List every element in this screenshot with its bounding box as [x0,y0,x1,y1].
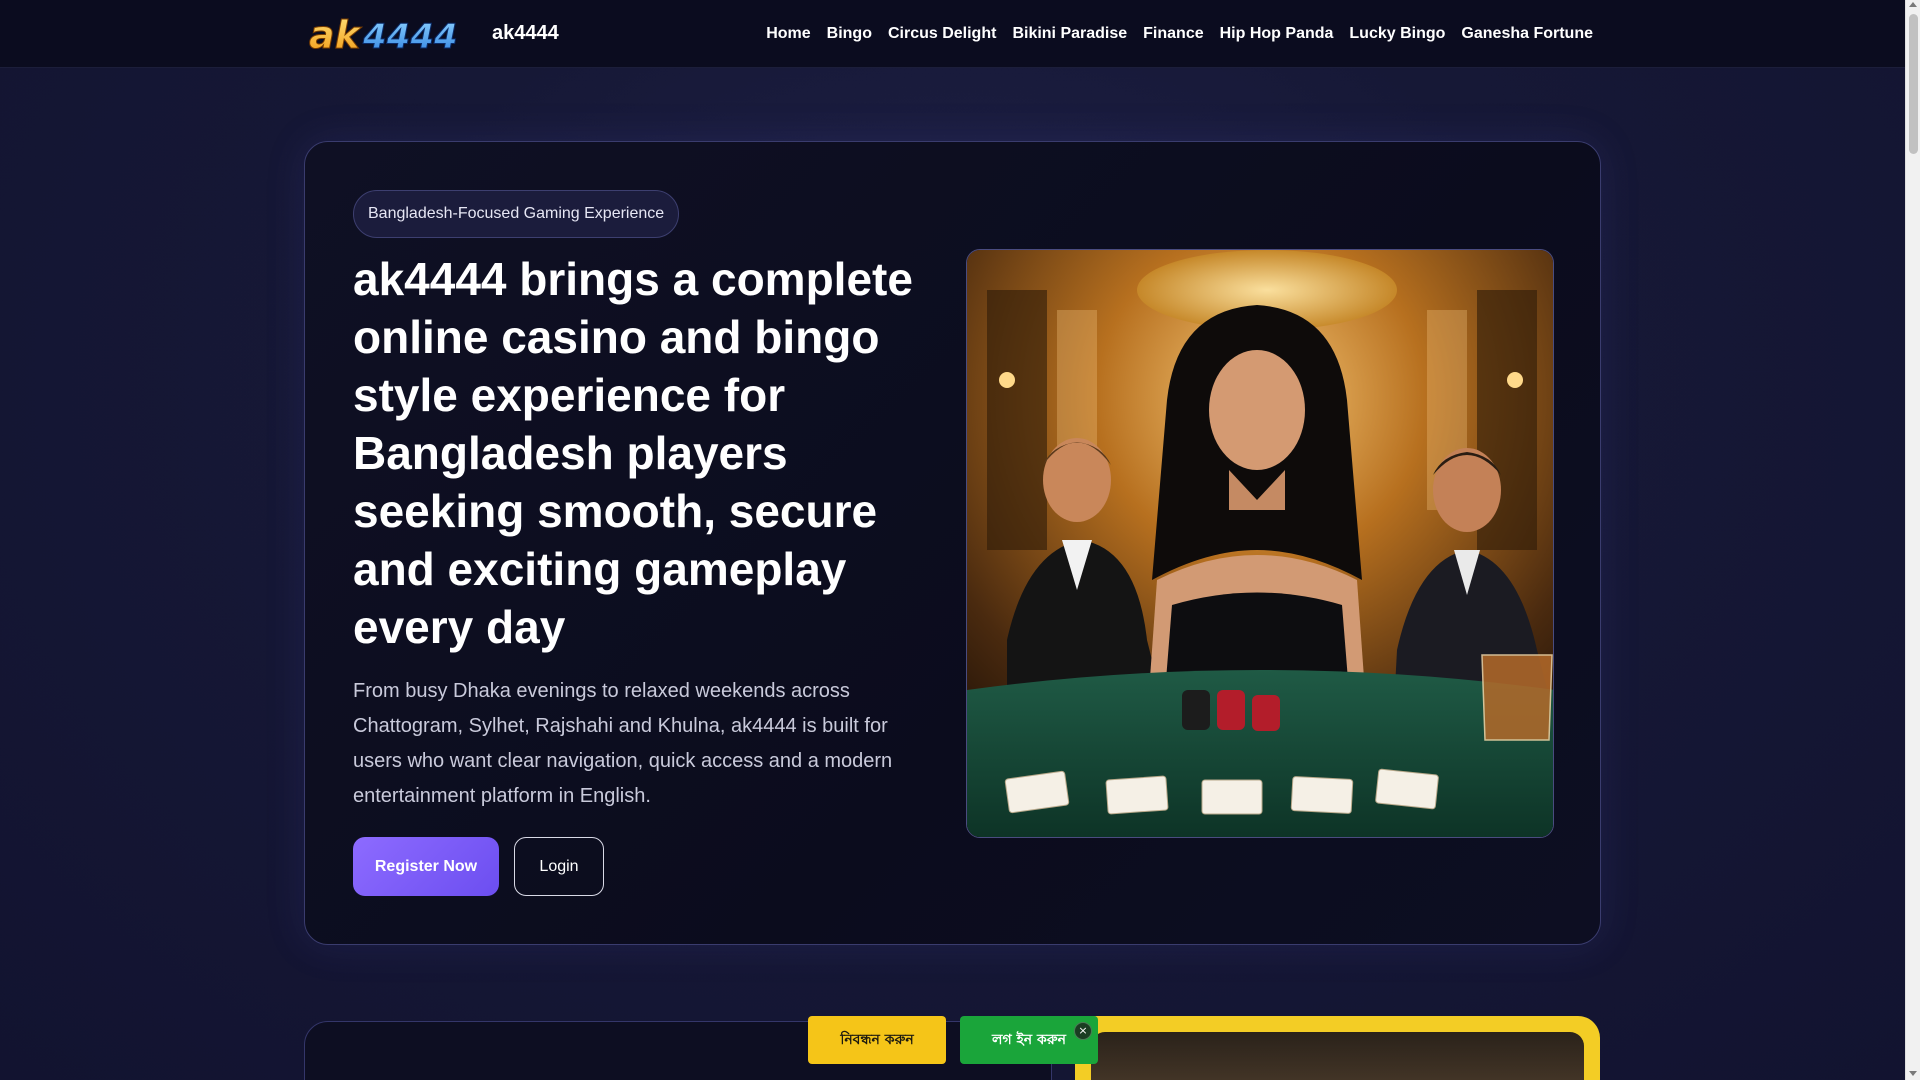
casino-scene-illustration [967,250,1553,837]
nav-finance[interactable]: Finance [1143,25,1203,43]
nav-circus-delight[interactable]: Circus Delight [888,25,996,43]
nav-hip-hop-panda[interactable]: Hip Hop Panda [1220,25,1334,43]
scrollbar-thumb[interactable] [1909,14,1918,154]
hero-casino-image [966,249,1554,838]
hero-tag-pill: Bangladesh-Focused Gaming Experience [353,190,680,238]
nav-ganesha-fortune[interactable]: Ganesha Fortune [1461,25,1593,43]
site-header: ak 4444 ak4444 Home Bingo Circus Delight… [0,0,1905,68]
logo[interactable]: ak 4444 [307,10,483,58]
svg-text:ak: ak [309,13,363,57]
main-nav: Home Bingo Circus Delight Bikini Paradis… [766,0,1593,68]
svg-text:4444: 4444 [362,17,458,57]
second-section-image [1075,1016,1600,1080]
hero-card: Bangladesh-Focused Gaming Experience ak4… [304,141,1601,945]
brand-name[interactable]: ak4444 [492,22,559,45]
logo-mark: ak 4444 [309,13,459,58]
floating-register-button[interactable]: নিবন্ধন করুন [808,1016,946,1064]
second-section-image-inner [1091,1032,1584,1080]
page-scrollbar[interactable] [1905,0,1920,1080]
nav-lucky-bingo[interactable]: Lucky Bingo [1349,25,1445,43]
nav-bingo[interactable]: Bingo [827,25,872,43]
scroll-up-arrow-icon[interactable] [1909,2,1917,7]
nav-bikini-paradise[interactable]: Bikini Paradise [1012,25,1127,43]
hero-title: ak4444 brings a complete online casino a… [353,253,913,653]
nav-home[interactable]: Home [766,25,810,43]
scroll-down-arrow-icon[interactable] [1909,1071,1917,1076]
close-icon[interactable]: × [1074,1022,1092,1040]
login-button[interactable]: Login [514,837,604,896]
hero-description: From busy Dhaka evenings to relaxed week… [353,680,893,807]
register-now-button[interactable]: Register Now [353,837,499,896]
